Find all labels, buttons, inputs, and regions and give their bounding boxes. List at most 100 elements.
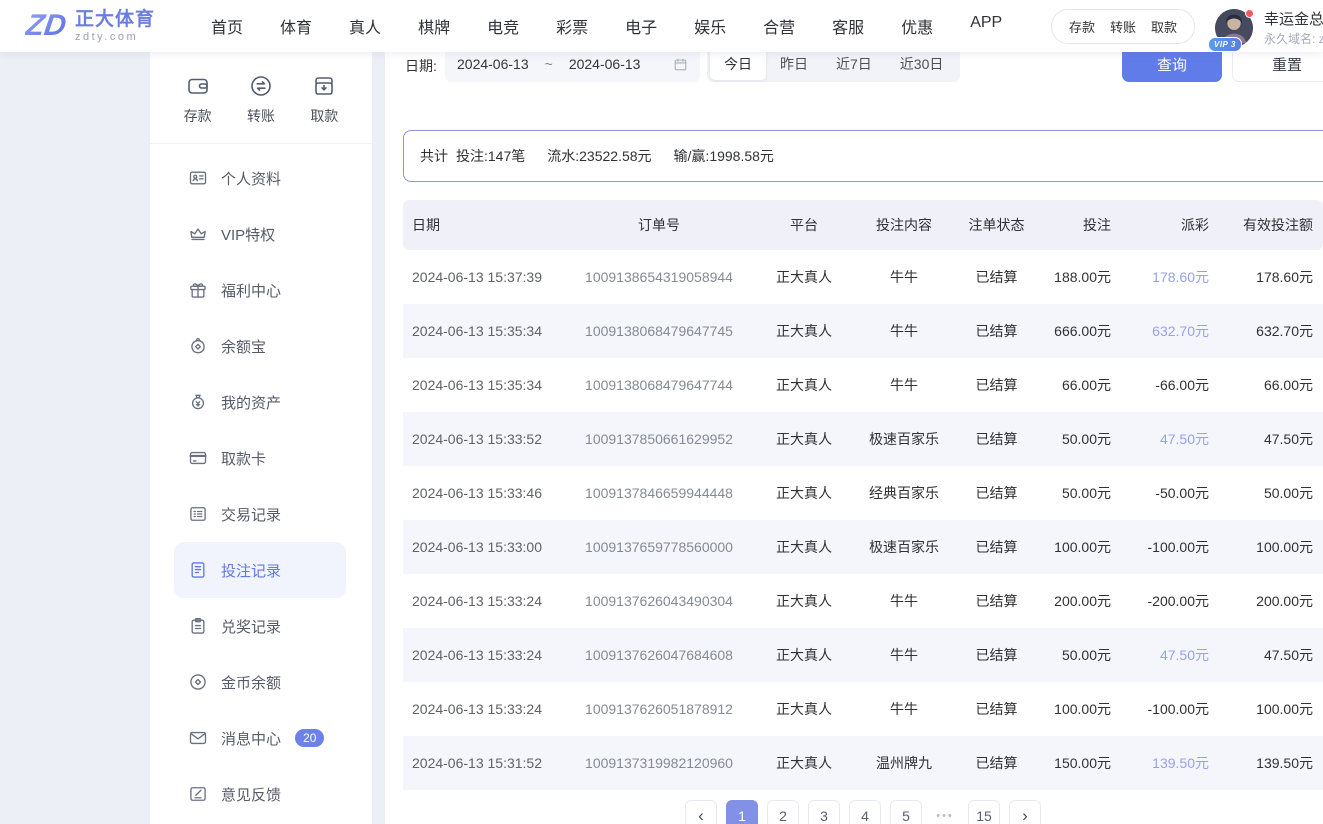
unread-count-badge: 20 — [295, 729, 324, 747]
cell-bet: 50.00元 — [1040, 483, 1115, 503]
range-chip-近30日[interactable]: 近30日 — [886, 48, 958, 80]
sidebar-item-交易记录[interactable]: 交易记录 — [150, 486, 372, 542]
range-chip-近7日[interactable]: 近7日 — [822, 48, 886, 80]
date-separator: ~ — [545, 56, 553, 72]
nav-item-彩票[interactable]: 彩票 — [556, 14, 588, 38]
nav-item-客服[interactable]: 客服 — [832, 14, 864, 38]
wallet-action-转账[interactable]: 转账 — [1110, 17, 1136, 36]
table-header-row: 日期订单号平台投注内容注单状态投注派彩有效投注额 — [403, 200, 1323, 250]
cell-bet: 66.00元 — [1040, 375, 1115, 395]
pagination-next[interactable]: › — [1009, 800, 1041, 824]
table-row[interactable]: 2024-06-13 15:33:461009137846659944448正大… — [403, 466, 1323, 520]
nav-item-合营[interactable]: 合营 — [763, 14, 795, 38]
cell-payout: 139.50元 — [1115, 753, 1215, 773]
sidebar-item-label: 兑奖记录 — [221, 616, 281, 637]
table-row[interactable]: 2024-06-13 15:35:341009138068479647744正大… — [403, 358, 1323, 412]
table-row[interactable]: 2024-06-13 15:33:001009137659778560000正大… — [403, 520, 1323, 574]
pagination: ‹12345•••15› — [403, 800, 1323, 824]
sidebar-item-余额宝[interactable]: 余额宝 — [150, 318, 372, 374]
quick-action-取款[interactable]: 取款 — [310, 74, 338, 126]
table-row[interactable]: 2024-06-13 15:33:241009137626043490304正大… — [403, 574, 1323, 628]
sidebar-item-label: 金币余额 — [221, 672, 281, 693]
permanent-domain-note: 永久域名: z — [1264, 31, 1323, 48]
quick-action-转账[interactable]: 转账 — [247, 74, 275, 126]
sidebar-item-label: 我的资产 — [221, 392, 281, 413]
pagination-page-5[interactable]: 5 — [890, 800, 922, 824]
cell-bet: 666.00元 — [1040, 321, 1115, 341]
nav-item-棋牌[interactable]: 棋牌 — [418, 14, 450, 38]
sidebar-item-兑奖记录[interactable]: 兑奖记录 — [150, 598, 372, 654]
cell-date: 2024-06-13 15:31:52 — [403, 755, 565, 771]
range-chip-昨日[interactable]: 昨日 — [766, 48, 822, 80]
cell-bet: 50.00元 — [1040, 429, 1115, 449]
wallet-action-取款[interactable]: 取款 — [1151, 17, 1177, 36]
nav-item-电竞[interactable]: 电竞 — [487, 14, 519, 38]
cell-platform: 正大真人 — [753, 375, 855, 395]
cell-content: 牛牛 — [855, 645, 953, 665]
table-row[interactable]: 2024-06-13 15:37:391009138654319058944正大… — [403, 250, 1323, 304]
cell-order: 1009138654319058944 — [565, 269, 753, 285]
quick-action-存款[interactable]: 存款 — [184, 74, 212, 126]
table-row[interactable]: 2024-06-13 15:31:521009137319982120960正大… — [403, 736, 1323, 790]
range-chip-今日[interactable]: 今日 — [710, 48, 766, 80]
nav-item-娱乐[interactable]: 娱乐 — [694, 14, 726, 38]
sidebar-quick-actions: 存款 转账 取款 — [150, 52, 372, 144]
sidebar-item-投注记录[interactable]: 投注记录 — [174, 542, 346, 598]
cell-order: 1009137626047684608 — [565, 647, 753, 663]
pagination-page-15[interactable]: 15 — [968, 800, 1000, 824]
cell-valid: 50.00元 — [1215, 483, 1323, 503]
table-row[interactable]: 2024-06-13 15:33:241009137626047684608正大… — [403, 628, 1323, 682]
user-block[interactable]: VIP 3 幸运金总 永久域名: z — [1215, 3, 1323, 49]
nav-item-优惠[interactable]: 优惠 — [901, 14, 933, 38]
date-filter-label: 日期: — [405, 56, 437, 76]
notification-dot — [1245, 9, 1254, 18]
pagination-page-3[interactable]: 3 — [808, 800, 840, 824]
cell-content: 牛牛 — [855, 375, 953, 395]
mail-icon — [188, 728, 208, 748]
sidebar-item-我的资产[interactable]: 我的资产 — [150, 374, 372, 430]
date-to-value: 2024-06-13 — [569, 56, 641, 72]
table-body: 2024-06-13 15:37:391009138654319058944 正大… — [403, 250, 1323, 790]
cell-content: 经典百家乐 — [855, 483, 953, 503]
summary-winloss: 输/赢:1998.58元 — [674, 146, 774, 166]
cell-date: 2024-06-13 15:33:24 — [403, 593, 565, 609]
sidebar-item-VIP特权[interactable]: VIP特权 — [150, 206, 372, 262]
table-row[interactable]: 2024-06-13 15:35:341009138068479647745正大… — [403, 304, 1323, 358]
sidebar-item-意见反馈[interactable]: 意见反馈 — [150, 766, 372, 822]
column-header-订单号: 订单号 — [565, 215, 753, 235]
nav-item-真人[interactable]: 真人 — [349, 14, 381, 38]
sidebar-item-label: 福利中心 — [221, 280, 281, 301]
sidebar-item-消息中心[interactable]: 消息中心 20 — [150, 710, 372, 766]
cell-status: 已结算 — [953, 429, 1040, 449]
cell-status: 已结算 — [953, 375, 1040, 395]
pagination-page-4[interactable]: 4 — [849, 800, 881, 824]
nav-item-电子[interactable]: 电子 — [625, 14, 657, 38]
cell-status: 已结算 — [953, 537, 1040, 557]
sidebar-item-福利中心[interactable]: 福利中心 — [150, 262, 372, 318]
nav-item-体育[interactable]: 体育 — [280, 14, 312, 38]
summary-bar: 共计 投注:147笔 流水:23522.58元 输/赢:1998.58元 — [403, 130, 1323, 182]
pagination-prev[interactable]: ‹ — [685, 800, 717, 824]
cell-date: 2024-06-13 15:37:39 — [403, 269, 565, 285]
brand-logo[interactable]: ZD 正大体育 zdty.com — [26, 9, 155, 43]
cell-date: 2024-06-13 15:35:34 — [403, 377, 565, 393]
wallet-action-存款[interactable]: 存款 — [1069, 17, 1095, 36]
summary-prefix: 共计 — [420, 146, 448, 166]
column-header-派彩: 派彩 — [1115, 215, 1215, 235]
sidebar-item-个人资料[interactable]: 个人资料 — [150, 150, 372, 206]
nav-item-APP[interactable]: APP — [970, 14, 1002, 38]
sidebar-item-金币余额[interactable]: 金币余额 — [150, 654, 372, 710]
cell-payout: 47.50元 — [1115, 429, 1215, 449]
quick-action-label: 取款 — [310, 106, 338, 126]
cell-content: 牛牛 — [855, 321, 953, 341]
table-row[interactable]: 2024-06-13 15:33:241009137626051878912正大… — [403, 682, 1323, 736]
pagination-page-1[interactable]: 1 — [726, 800, 758, 824]
cell-valid: 200.00元 — [1215, 591, 1323, 611]
sidebar-item-取款卡[interactable]: 取款卡 — [150, 430, 372, 486]
nav-item-首页[interactable]: 首页 — [211, 14, 243, 38]
table-row[interactable]: 2024-06-13 15:33:521009137850661629952正大… — [403, 412, 1323, 466]
cell-order: 1009137659778560000 — [565, 539, 753, 555]
assets-icon — [188, 392, 208, 412]
cell-date: 2024-06-13 15:35:34 — [403, 323, 565, 339]
pagination-page-2[interactable]: 2 — [767, 800, 799, 824]
